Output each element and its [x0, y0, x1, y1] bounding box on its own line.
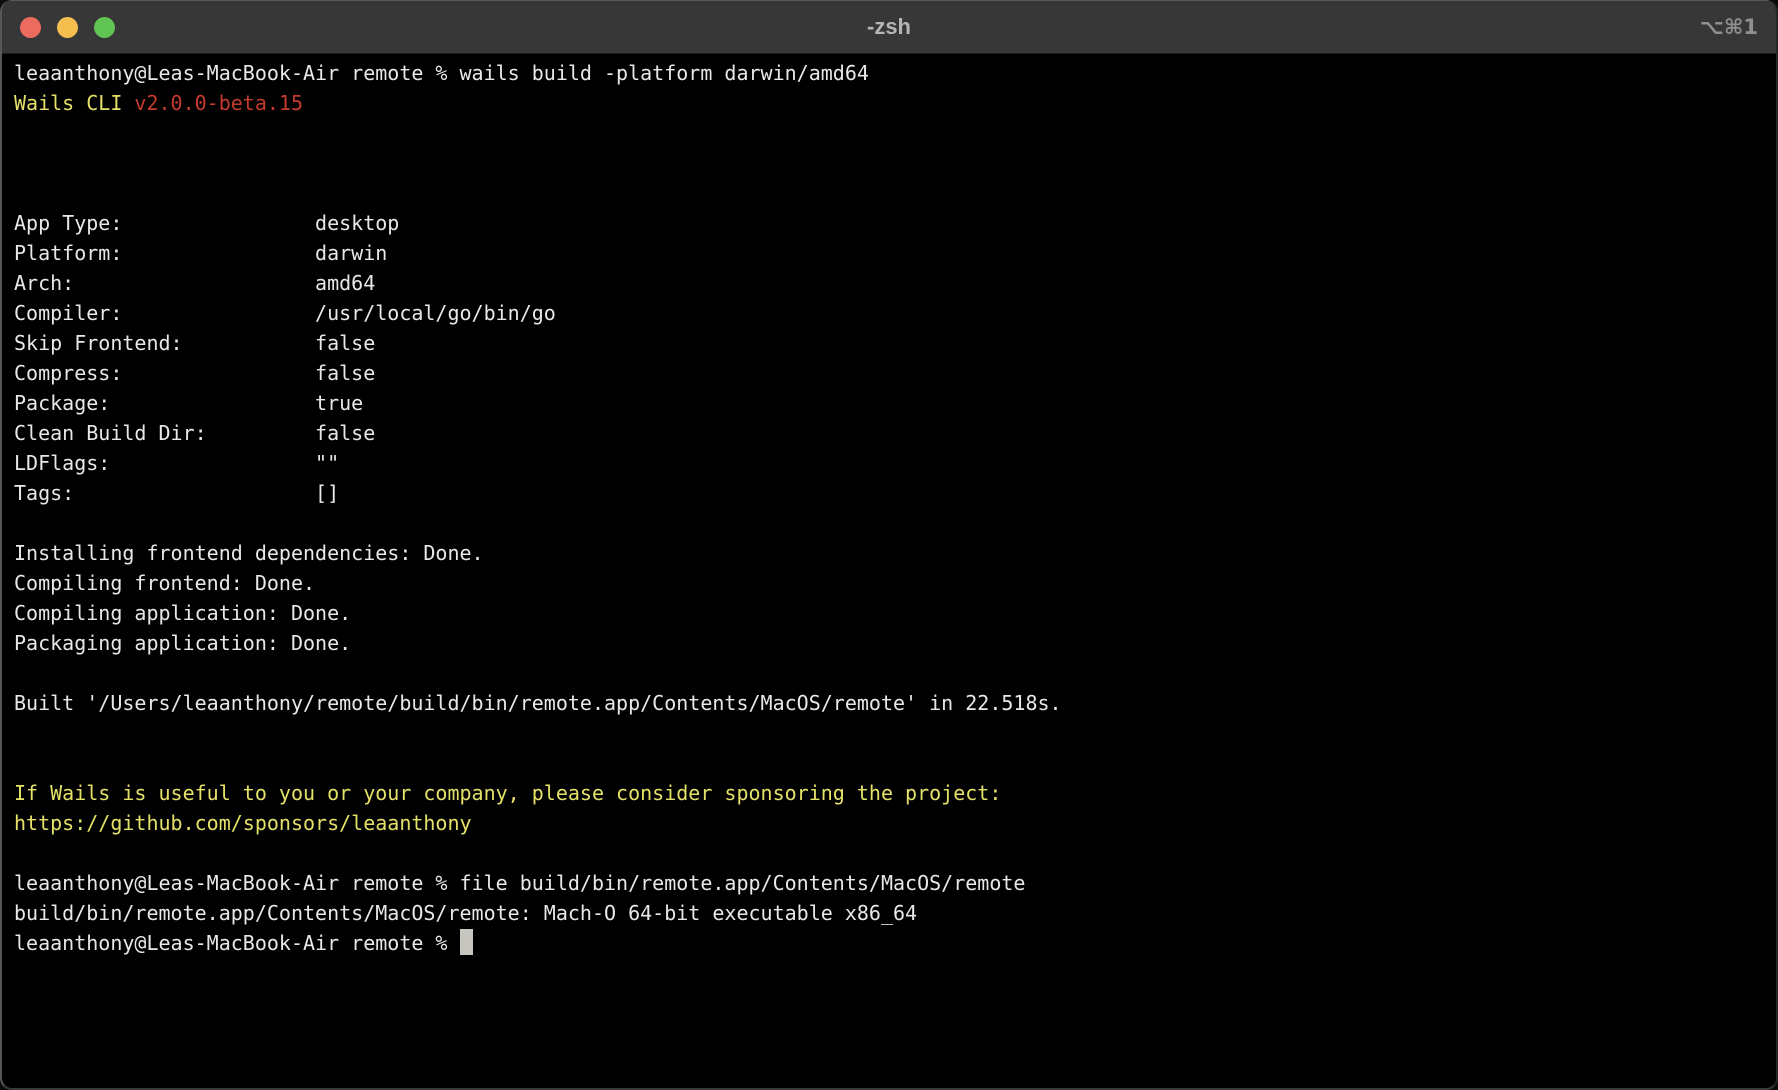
terminal-text: v2.0.0-beta.15 — [134, 91, 303, 115]
terminal-line — [14, 718, 1770, 748]
terminal-line: App Type: desktop — [14, 208, 1770, 238]
traffic-lights — [2, 17, 115, 38]
terminal-line: Built '/Users/leaanthony/remote/build/bi… — [14, 688, 1770, 718]
terminal-text: Compiler: /usr/local/go/bin/go — [14, 301, 556, 325]
terminal-line — [14, 508, 1770, 538]
minimize-button[interactable] — [57, 17, 78, 38]
terminal-line: Packaging application: Done. — [14, 628, 1770, 658]
titlebar[interactable]: -zsh ⌥⌘1 — [2, 0, 1776, 54]
terminal-line: Skip Frontend: false — [14, 328, 1770, 358]
terminal-window: -zsh ⌥⌘1 leaanthony@Leas-MacBook-Air rem… — [0, 0, 1778, 1090]
terminal-text: Wails CLI — [14, 91, 134, 115]
terminal-text: leaanthony@Leas-MacBook-Air remote % wai… — [14, 61, 869, 85]
terminal-text: Platform: darwin — [14, 241, 387, 265]
window-title: -zsh — [2, 14, 1776, 40]
terminal-text: leaanthony@Leas-MacBook-Air remote % — [14, 931, 460, 955]
terminal-line: Compiling application: Done. — [14, 598, 1770, 628]
terminal-line: leaanthony@Leas-MacBook-Air remote % fil… — [14, 868, 1770, 898]
terminal-text: Compiling application: Done. — [14, 601, 351, 625]
terminal-line: Tags: [] — [14, 478, 1770, 508]
terminal-line: LDFlags: "" — [14, 448, 1770, 478]
terminal-text: Clean Build Dir: false — [14, 421, 375, 445]
terminal-text: leaanthony@Leas-MacBook-Air remote % fil… — [14, 871, 1025, 895]
terminal-line: Compiling frontend: Done. — [14, 568, 1770, 598]
terminal-text: Packaging application: Done. — [14, 631, 351, 655]
terminal-text: build/bin/remote.app/Contents/MacOS/remo… — [14, 901, 917, 925]
terminal-line: Clean Build Dir: false — [14, 418, 1770, 448]
terminal-line: Compress: false — [14, 358, 1770, 388]
terminal-line: Installing frontend dependencies: Done. — [14, 538, 1770, 568]
terminal-line: Package: true — [14, 388, 1770, 418]
terminal-text: Package: true — [14, 391, 363, 415]
terminal-output[interactable]: leaanthony@Leas-MacBook-Air remote % wai… — [2, 54, 1776, 958]
terminal-text: If Wails is useful to you or your compan… — [14, 781, 1001, 805]
terminal-line — [14, 178, 1770, 208]
terminal-line: leaanthony@Leas-MacBook-Air remote % — [14, 928, 1770, 958]
terminal-line: Compiler: /usr/local/go/bin/go — [14, 298, 1770, 328]
terminal-line: build/bin/remote.app/Contents/MacOS/remo… — [14, 898, 1770, 928]
zoom-button[interactable] — [94, 17, 115, 38]
terminal-text: Compiling frontend: Done. — [14, 571, 315, 595]
terminal-text: Installing frontend dependencies: Done. — [14, 541, 484, 565]
terminal-text: Compress: false — [14, 361, 375, 385]
terminal-text: Skip Frontend: false — [14, 331, 375, 355]
terminal-text: LDFlags: "" — [14, 451, 339, 475]
terminal-line — [14, 658, 1770, 688]
cursor — [460, 929, 473, 955]
terminal-line: leaanthony@Leas-MacBook-Air remote % wai… — [14, 58, 1770, 88]
terminal-line: Arch: amd64 — [14, 268, 1770, 298]
window-shortcut-badge: ⌥⌘1 — [1700, 15, 1758, 39]
terminal-line — [14, 148, 1770, 178]
terminal-text: Arch: amd64 — [14, 271, 375, 295]
terminal-text: Built '/Users/leaanthony/remote/build/bi… — [14, 691, 1062, 715]
terminal-line: If Wails is useful to you or your compan… — [14, 778, 1770, 808]
terminal-text: Tags: [] — [14, 481, 339, 505]
terminal-line — [14, 118, 1770, 148]
terminal-line — [14, 838, 1770, 868]
close-button[interactable] — [20, 17, 41, 38]
terminal-line — [14, 748, 1770, 778]
terminal-text: App Type: desktop — [14, 211, 399, 235]
terminal-line: Platform: darwin — [14, 238, 1770, 268]
terminal-text: https://github.com/sponsors/leaanthony — [14, 811, 472, 835]
terminal-line: https://github.com/sponsors/leaanthony — [14, 808, 1770, 838]
terminal-line: Wails CLI v2.0.0-beta.15 — [14, 88, 1770, 118]
